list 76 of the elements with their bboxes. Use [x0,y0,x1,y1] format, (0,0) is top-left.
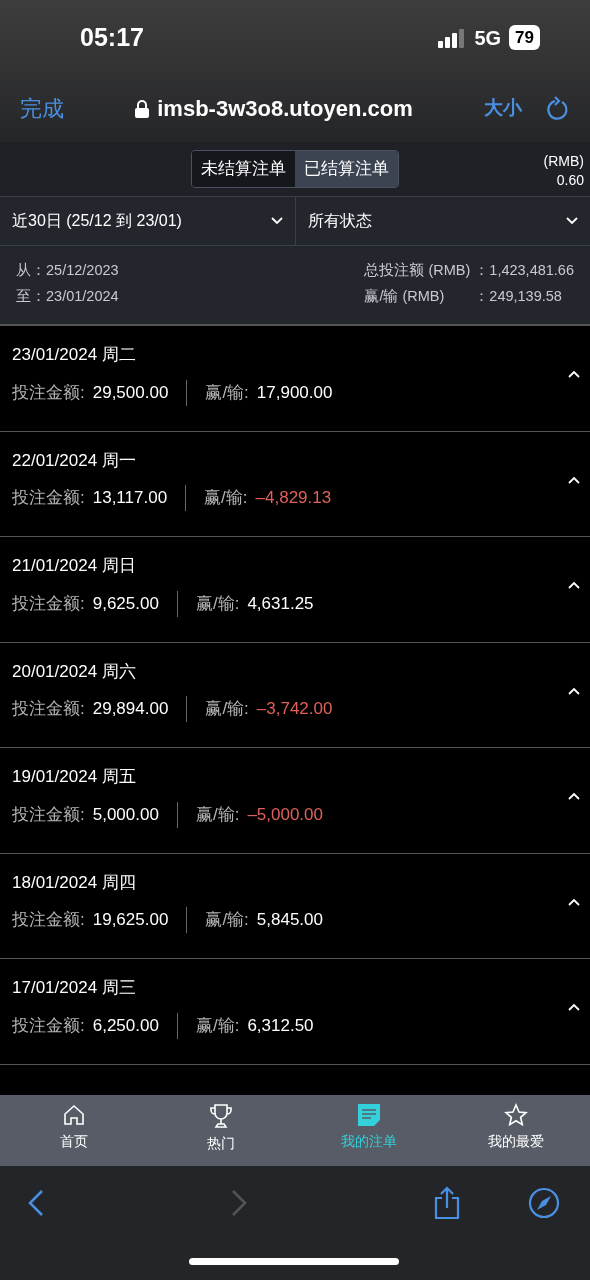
tab-bar-item[interactable]: 我的注单 [295,1094,443,1166]
day-date: 22/01/2024 周一 [12,449,137,472]
stake-amount: 5,000.00 [92,803,159,826]
stake-label: 投注金额: [12,381,85,404]
from-date: 从：25/12/2023 [16,261,119,280]
day-date: 17/01/2024 周三 [12,977,137,999]
notes-icon [356,1102,381,1127]
filter-dropdown[interactable]: 近30日 (25/12 到 23/01) [0,197,295,245]
compass-icon[interactable] [527,1187,560,1219]
done-link[interactable]: 完成 [20,92,64,125]
star-icon [504,1102,529,1127]
collapse-icon[interactable] [568,792,580,800]
win-loss-amount: 17,900.00 [256,381,333,404]
stake-amount: 19,625.00 [92,909,169,932]
chevron-down-icon [566,217,578,225]
win-loss-label: 赢/输: [195,803,240,826]
stake-label: 投注金额: [12,803,85,826]
collapse-icon[interactable] [568,581,580,589]
win-loss-amount: –4,829.13 [255,487,332,510]
win-loss-label: 赢/输: [205,909,249,932]
win-loss-value: ：249,139.58 [474,286,563,306]
trophy-icon [209,1102,234,1129]
stake-label: 投注金额: [12,487,85,510]
stake-label: 投注金额: [12,698,85,721]
stake-label: 投注金额: [12,909,85,932]
currency-rate: 0.60 [555,170,584,190]
chevron-down-icon [270,217,283,225]
tab-bar-item[interactable]: 热门 [147,1094,295,1166]
currency-unit: (RMB) [543,152,584,171]
stake-label: 投注金额: [12,1014,85,1037]
total-stake-value: ：1,423,481.66 [474,261,574,280]
win-loss-amount: 5,845.00 [256,909,323,932]
stake-amount: 13,117.00 [92,487,168,510]
day-date: 18/01/2024 周四 [12,871,137,894]
total-stake-label: 总投注额 (RMB) [364,261,471,280]
collapse-icon[interactable] [568,475,580,484]
reload-icon[interactable] [546,95,570,122]
filter-dropdown[interactable]: 所有状态 [294,197,590,245]
bet-tab[interactable]: 已结算注单 [295,151,398,187]
stake-amount: 29,894.00 [92,698,169,721]
stake-amount: 9,625.00 [92,592,159,615]
clock-time: 05:17 [80,21,144,53]
back-icon[interactable] [28,1189,44,1217]
collapse-icon[interactable] [568,370,580,378]
day-date: 19/01/2024 周五 [12,766,137,788]
share-icon[interactable] [433,1186,462,1220]
stake-amount: 6,250.00 [92,1014,159,1037]
tab-bar-item[interactable]: 我的最爱 [442,1094,590,1166]
day-date: 23/01/2024 周二 [12,344,137,366]
collapse-icon[interactable] [568,897,580,906]
win-loss-amount: 6,312.50 [247,1014,314,1037]
win-loss-label: 赢/输: [195,1014,240,1037]
win-loss-label: 赢/输: [205,381,249,404]
win-loss-label: 赢/输: [205,698,249,721]
to-date: 至：23/01/2024 [16,286,119,306]
win-loss-amount: –3,742.00 [256,698,333,721]
day-date: 20/01/2024 周六 [12,660,137,683]
lock-icon [135,99,150,118]
win-loss-label: 赢/输: [195,592,240,615]
url-text[interactable]: imsb-3w3o8.utoyen.com [157,92,413,125]
win-loss-amount: 4,631.25 [247,592,314,615]
tab-bar-item[interactable]: 首页 [0,1094,148,1166]
home-icon [61,1102,86,1127]
signal-icon [438,27,467,48]
battery-level: 79 [509,24,540,51]
win-loss-label: 赢/输 (RMB) [364,286,446,306]
day-date: 21/01/2024 周日 [12,555,137,577]
collapse-icon[interactable] [568,686,580,695]
text-size-button[interactable]: 大小 [484,94,522,123]
win-loss-label: 赢/输: [204,487,248,510]
bet-tab[interactable]: 未结算注单 [192,151,295,187]
stake-amount: 29,500.00 [92,381,169,404]
collapse-icon[interactable] [568,1003,580,1011]
stake-label: 投注金额: [12,592,85,615]
network-label: 5G [474,25,502,51]
win-loss-amount: –5,000.00 [247,803,323,826]
